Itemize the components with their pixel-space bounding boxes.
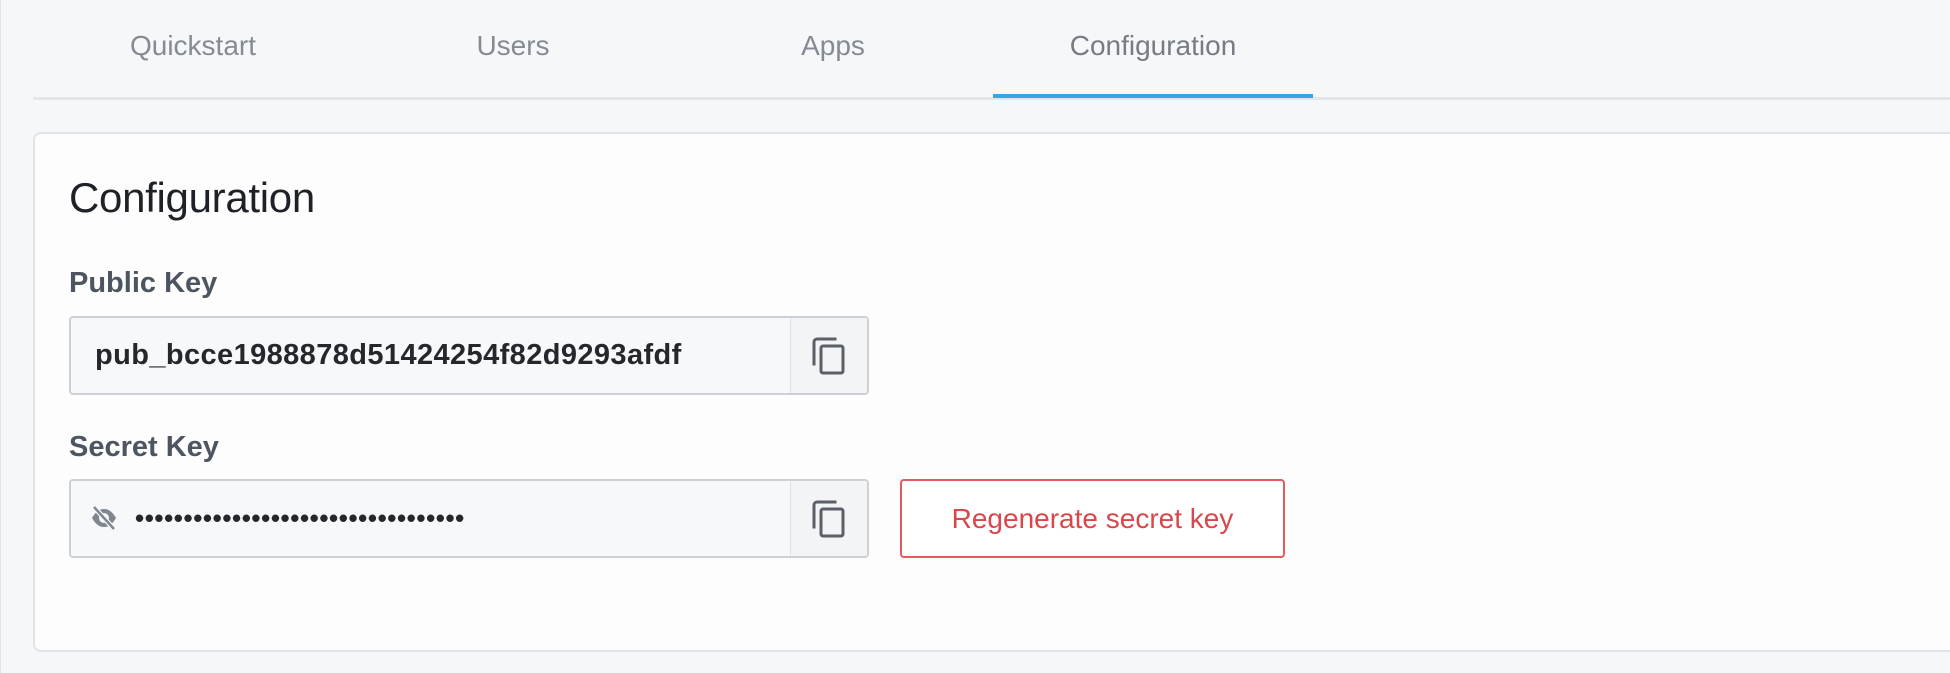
public-key-label: Public Key [69, 267, 218, 299]
regenerate-secret-key-button[interactable]: Regenerate secret key [900, 479, 1285, 558]
page-title: Configuration [69, 174, 315, 221]
page-left-edge [0, 0, 1, 673]
toggle-secret-visibility[interactable] [89, 503, 119, 533]
secret-key-field: •••••••••••••••••••••••••••••••••• [69, 479, 869, 558]
configuration-card: Configuration Public Key pub_bcce1988878… [33, 132, 1950, 652]
copy-public-key-button[interactable] [790, 318, 867, 393]
public-key-field: pub_bcce1988878d51424254f82d9293afdf [69, 316, 869, 395]
active-tab-indicator [993, 94, 1313, 98]
copy-icon [812, 500, 845, 537]
tab-configuration[interactable]: Configuration [993, 0, 1313, 100]
secret-key-label: Secret Key [69, 431, 219, 463]
tab-apps[interactable]: Apps [673, 0, 993, 100]
tab-bar: Quickstart Users Apps Configuration [33, 0, 1950, 100]
copy-icon [812, 337, 845, 374]
copy-secret-key-button[interactable] [790, 481, 867, 556]
tab-quickstart[interactable]: Quickstart [33, 0, 353, 100]
secret-key-masked-value: •••••••••••••••••••••••••••••••••• [135, 503, 465, 533]
eye-off-icon [92, 505, 116, 531]
tab-users[interactable]: Users [353, 0, 673, 100]
public-key-value[interactable]: pub_bcce1988878d51424254f82d9293afdf [95, 318, 682, 393]
